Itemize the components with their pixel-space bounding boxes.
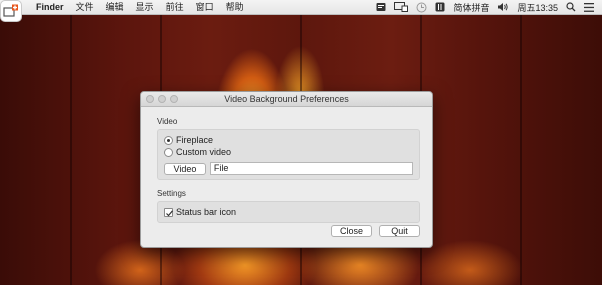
menu-list-icon[interactable] [580,0,598,15]
menu-bar: Finder 文件 编辑 显示 前往 窗口 帮助 简体拼音 周五13:35 [0,0,602,15]
settings-section-label: Settings [157,189,186,198]
video-file-row: Video File [164,162,413,175]
window-titlebar[interactable]: Video Background Preferences [141,92,432,107]
preferences-window: Video Background Preferences Video Firep… [140,91,433,248]
volume-icon[interactable] [493,0,513,15]
menu-bar-left: Finder 文件 编辑 显示 前往 窗口 帮助 [0,0,250,15]
time-machine-icon[interactable] [412,0,431,15]
input-method-icon[interactable] [431,0,449,15]
menu-bar-right: 简体拼音 周五13:35 [372,0,602,15]
minimize-window-icon[interactable] [158,95,166,103]
quit-button[interactable]: Quit [379,225,420,237]
custom-video-label: Custom video [176,147,232,157]
close-button[interactable]: Close [331,225,372,237]
notification-icon[interactable] [372,0,390,15]
footer-buttons: Close Quit [141,225,432,238]
status-bar-icon-label: Status bar icon [176,207,237,217]
custom-video-option[interactable]: Custom video [164,146,413,158]
search-icon[interactable] [562,0,580,15]
checkmark-icon [166,209,173,216]
clock[interactable]: 周五13:35 [513,0,562,15]
settings-group: Status bar icon [157,201,420,223]
close-window-icon[interactable] [146,95,154,103]
menu-go[interactable]: 前往 [160,0,190,15]
menu-help[interactable]: 帮助 [220,0,250,15]
file-field[interactable]: File [209,162,413,175]
menu-edit[interactable]: 编辑 [100,0,130,15]
window-controls [146,95,178,103]
fireplace-option[interactable]: Fireplace [164,134,413,146]
fireplace-label: Fireplace [176,135,214,145]
menu-app-name[interactable]: Finder [30,0,70,15]
video-section-label: Video [157,117,178,126]
app-icon[interactable] [0,0,22,22]
status-bar-icon-checkbox[interactable] [164,207,173,217]
window-title: Video Background Preferences [224,94,349,104]
zoom-window-icon[interactable] [170,95,178,103]
app-icon-graphic [3,4,18,17]
window-content: Video Fireplace Custom video Video File … [141,107,432,223]
wall-plank [70,14,72,285]
screen-mirror-icon[interactable] [390,0,412,15]
video-button[interactable]: Video [164,162,206,175]
menu-file[interactable]: 文件 [70,0,100,15]
fireplace-radio[interactable] [164,135,173,145]
input-method-label[interactable]: 简体拼音 [449,0,493,15]
custom-video-radio[interactable] [164,147,173,157]
menu-view[interactable]: 显示 [130,0,160,15]
status-bar-icon-option[interactable]: Status bar icon [164,206,413,218]
wall-plank [520,14,522,285]
menu-window[interactable]: 窗口 [190,0,220,15]
video-group: Fireplace Custom video Video File [157,129,420,180]
